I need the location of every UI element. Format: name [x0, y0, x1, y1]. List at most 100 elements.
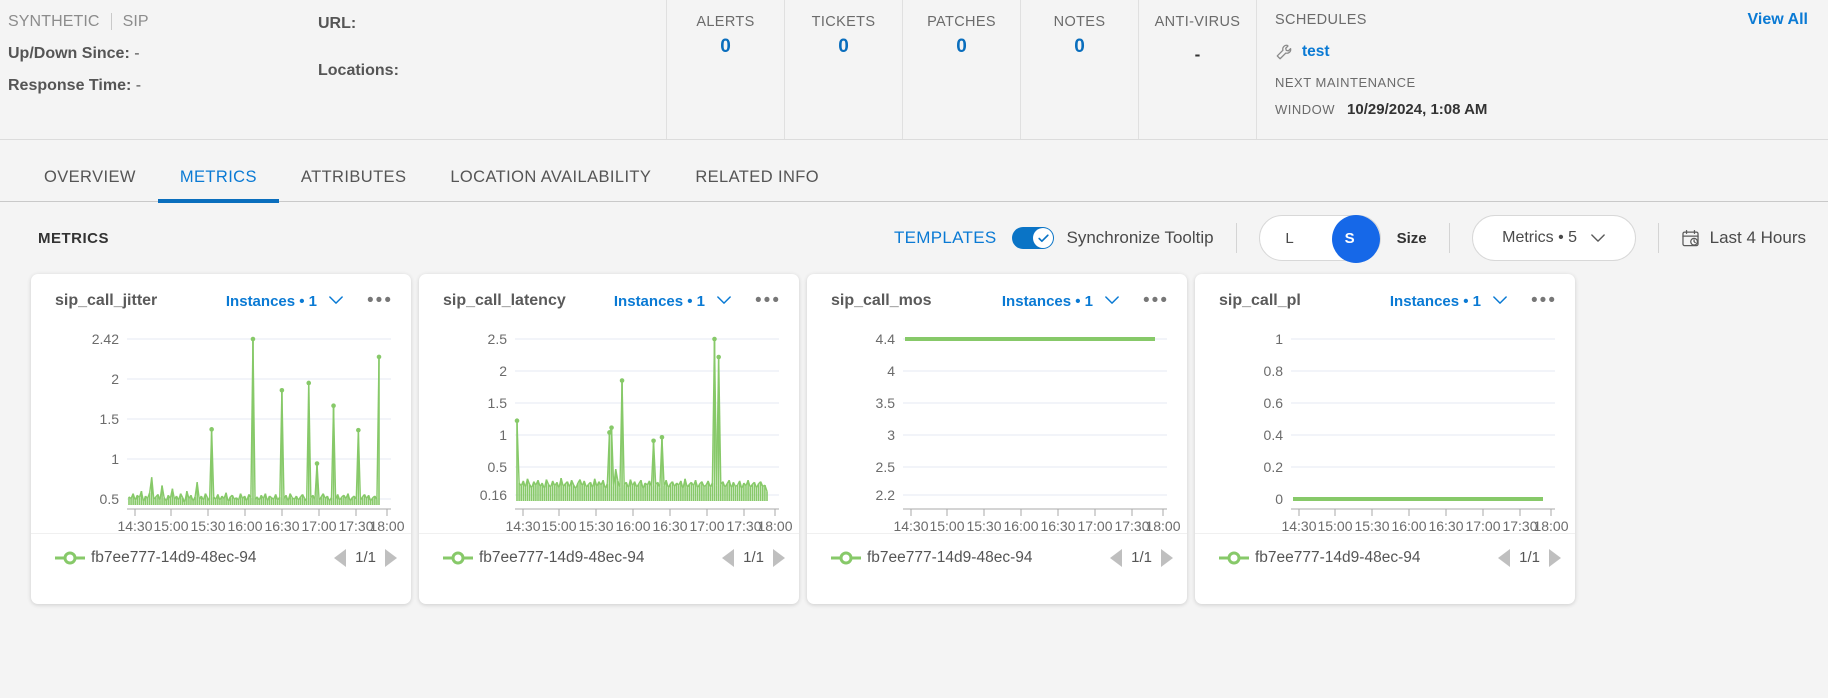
chevron-down-icon[interactable]: [717, 292, 731, 310]
check-icon: [1037, 232, 1050, 245]
schedules-header: SCHEDULES View All: [1275, 11, 1808, 29]
card-options-menu[interactable]: •••: [1143, 291, 1169, 310]
instances-select[interactable]: Instances • 1: [1002, 293, 1093, 310]
schedule-item-name[interactable]: test: [1302, 43, 1330, 61]
y-axis-labels: 4.4 4 3.5 3 2.5 2.2: [876, 331, 896, 503]
chart-legend: fb7ee777-14d9-48ec-94 1/1: [807, 533, 1187, 581]
gridlines: [1291, 338, 1555, 468]
tab-attributes[interactable]: ATTRIBUTES: [279, 168, 428, 201]
legend-pager: 1/1: [1498, 548, 1561, 567]
y-tick: 4.4: [876, 331, 896, 347]
stat-notes-value: 0: [1074, 36, 1085, 57]
field-response-time: Response Time: -: [8, 77, 318, 95]
templates-link[interactable]: TEMPLATES: [894, 228, 997, 248]
synchronize-tooltip-toggle[interactable]: [1012, 227, 1055, 249]
tab-related-info[interactable]: RELATED INFO: [673, 168, 841, 201]
prev-instance-arrow[interactable]: [334, 548, 347, 567]
tab-metrics[interactable]: METRICS: [157, 168, 279, 203]
x-tick: 16:30: [1040, 518, 1075, 533]
schedule-item[interactable]: test: [1275, 43, 1808, 61]
maintenance-window-label: WINDOW: [1275, 102, 1336, 117]
time-range-picker[interactable]: Last 4 Hours: [1681, 228, 1806, 248]
x-tick: 14:30: [1281, 518, 1316, 533]
x-tick: 18:00: [1533, 518, 1568, 533]
y-tick: 2.42: [92, 331, 119, 347]
x-tick: 18:00: [369, 518, 404, 533]
x-tick: 17:30: [1114, 518, 1149, 533]
x-tick: 16:00: [1003, 518, 1038, 533]
toggle-knob: [1033, 228, 1054, 248]
header-mid-column: URL: Locations:: [318, 0, 666, 139]
field-url: URL:: [318, 15, 666, 33]
chevron-down-icon: [1591, 233, 1605, 243]
size-option-s[interactable]: S: [1320, 230, 1380, 247]
prev-instance-arrow[interactable]: [1498, 548, 1511, 567]
size-toggle-group[interactable]: L S: [1258, 215, 1381, 263]
card-header: sip_call_pl Instances • 1 •••: [1195, 274, 1575, 328]
size-label: Size: [1396, 229, 1427, 247]
breadcrumb-item-sip[interactable]: SIP: [123, 13, 149, 31]
field-url-label: URL:: [318, 15, 357, 32]
stat-notes[interactable]: NOTES 0: [1020, 0, 1138, 139]
prev-instance-arrow[interactable]: [1110, 548, 1123, 567]
stat-patches[interactable]: PATCHES 0: [902, 0, 1020, 139]
card-options-menu[interactable]: •••: [1531, 291, 1557, 310]
metric-card-sip-call-jitter: sip_call_jitter Instances • 1 ••• 2.42 2…: [31, 274, 411, 604]
stat-tickets-value: 0: [838, 36, 849, 57]
chart-legend: fb7ee777-14d9-48ec-94 1/1: [31, 533, 411, 581]
y-tick: 2.5: [876, 459, 896, 475]
y-tick: 0.6: [1264, 395, 1284, 411]
stat-alerts[interactable]: ALERTS 0: [666, 0, 784, 139]
metrics-select[interactable]: Metrics • 5: [1471, 215, 1636, 261]
stat-notes-label: NOTES: [1053, 14, 1106, 30]
stat-antivirus-label: ANTI-VIRUS: [1154, 14, 1241, 30]
gridlines: [515, 338, 779, 496]
chevron-down-icon[interactable]: [329, 292, 343, 310]
legend-page-indicator: 1/1: [355, 549, 376, 566]
x-tick: 16:30: [1428, 518, 1463, 533]
stat-antivirus[interactable]: ANTI-VIRUS -: [1138, 0, 1256, 139]
gridlines: [127, 338, 391, 500]
card-header: sip_call_mos Instances • 1 •••: [807, 274, 1187, 328]
next-instance-arrow[interactable]: [385, 548, 397, 567]
card-options-menu[interactable]: •••: [755, 291, 781, 310]
next-instance-arrow[interactable]: [1549, 548, 1561, 567]
metrics-select-value: Metrics • 5: [1502, 229, 1578, 246]
view-all-link[interactable]: View All: [1748, 11, 1808, 29]
legend-pager: 1/1: [1110, 548, 1173, 567]
entity-header: SYNTHETIC SIP Up/Down Since: - Response …: [0, 0, 1828, 140]
chart-plot-area: 1 0.8 0.6 0.4 0.2 0 14:30 15:00 15:30 16…: [1195, 328, 1575, 533]
legend-page-indicator: 1/1: [743, 549, 764, 566]
next-instance-arrow[interactable]: [773, 548, 785, 567]
legend-pager: 1/1: [722, 548, 785, 567]
card-options-menu[interactable]: •••: [367, 291, 393, 310]
maintenance-window-value: 10/29/2024, 1:08 AM: [1347, 101, 1488, 118]
instances-select[interactable]: Instances • 1: [226, 293, 317, 310]
x-tick: 15:30: [190, 518, 225, 533]
y-tick: 0.5: [100, 491, 120, 507]
instances-select[interactable]: Instances • 1: [1390, 293, 1481, 310]
toolbar-divider-1: [1235, 223, 1237, 253]
next-instance-arrow[interactable]: [1161, 548, 1173, 567]
stat-antivirus-value: -: [1194, 45, 1201, 64]
chart-svg-latency: 2.5 2 1.5 1 0.5 0.16 14:30 15:00 15:30 1…: [480, 331, 793, 533]
y-tick: 0.2: [1264, 459, 1284, 475]
x-tick: 17:00: [301, 518, 336, 533]
x-axis-labels: 14:30 15:00 15:30 16:00 16:30 17:00 17:3…: [117, 518, 404, 533]
time-range-label: Last 4 Hours: [1709, 228, 1806, 247]
x-tick: 15:30: [578, 518, 613, 533]
instances-select[interactable]: Instances • 1: [614, 293, 705, 310]
prev-instance-arrow[interactable]: [722, 548, 735, 567]
metrics-card-grid: sip_call_jitter Instances • 1 ••• 2.42 2…: [0, 274, 1828, 604]
breadcrumb-item-synthetic[interactable]: SYNTHETIC: [8, 13, 100, 31]
stat-tickets[interactable]: TICKETS 0: [784, 0, 902, 139]
x-axis: [515, 508, 779, 516]
tab-location-availability[interactable]: LOCATION AVAILABILITY: [428, 168, 673, 201]
y-tick: 0.5: [488, 459, 508, 475]
y-tick: 2.5: [488, 331, 508, 347]
tab-overview[interactable]: OVERVIEW: [22, 168, 158, 201]
size-option-l[interactable]: L: [1260, 230, 1320, 247]
schedules-panel: SCHEDULES View All test NEXT MAINTENANCE…: [1256, 0, 1828, 139]
chevron-down-icon[interactable]: [1493, 292, 1507, 310]
chevron-down-icon[interactable]: [1105, 292, 1119, 310]
